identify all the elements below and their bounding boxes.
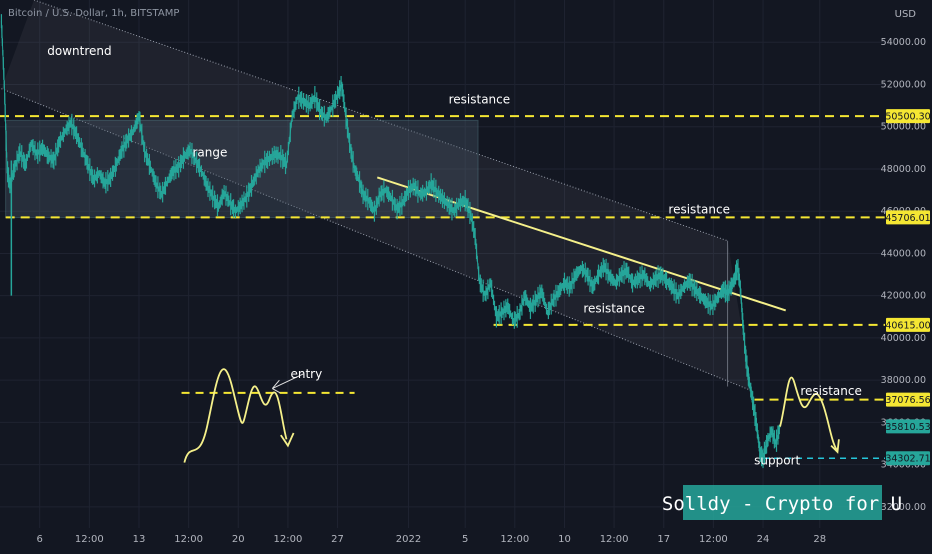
watermark-text: Solldy - Crypto for U	[662, 493, 902, 515]
y-tick-label: 38000.00	[881, 375, 926, 386]
price-chart[interactable]: downtrend range resistance resistance resist…	[0, 0, 932, 550]
x-tick-label: 12:00	[699, 534, 728, 545]
x-tick-label: 20	[232, 534, 245, 545]
price-tag-label: 37076.56	[885, 395, 930, 406]
y-tick-label: 52000.00	[881, 79, 926, 90]
x-tick-label: 12:00	[500, 534, 529, 545]
annotation-label: resistance	[800, 384, 862, 398]
currency-label[interactable]: USD	[895, 9, 916, 20]
price-tag-label: 50500.30	[885, 112, 930, 123]
watermark: Solldy - Crypto for U	[662, 485, 902, 520]
x-tick-label: 6	[37, 534, 43, 545]
y-tick-label: 48000.00	[881, 164, 926, 175]
y-tick-label: 44000.00	[881, 248, 926, 259]
annotation-label: downtrend	[47, 44, 111, 58]
y-tick-label: 40000.00	[881, 333, 926, 344]
x-tick-label: 5	[462, 534, 468, 545]
x-tick-label: 17	[657, 534, 670, 545]
x-tick-label: 27	[331, 534, 344, 545]
chart-container: downtrend range resistance resistance resist…	[0, 0, 932, 550]
x-tick-label: 2022	[396, 534, 421, 545]
y-tick-label: 42000.00	[881, 291, 926, 302]
y-tick-label: 54000.00	[881, 37, 926, 48]
symbol-title: Bitcoin / U.S. Dollar, 1h, BITSTAMP	[8, 8, 180, 19]
x-tick-label: 12:00	[273, 534, 302, 545]
price-tag-label: 34302.71	[885, 454, 930, 465]
x-tick-label: 10	[558, 534, 571, 545]
y-tick-label: 50000.00	[881, 122, 926, 133]
x-tick-label: 12:00	[174, 534, 203, 545]
price-tag-label: 40615.00	[885, 320, 930, 331]
x-tick-label: 28	[813, 534, 826, 545]
forecast-sketch-left	[183, 368, 288, 463]
x-tick-label: 12:00	[75, 534, 104, 545]
x-tick-label: 24	[757, 534, 770, 545]
annotation-label: resistance	[449, 92, 511, 106]
x-axis[interactable]: 6 12:00 13 12:00 20 12:00 27 2022 5 12:00 10 12:00 1…	[37, 534, 827, 545]
x-tick-label: 12:00	[600, 534, 629, 545]
annotation-label: resistance	[668, 202, 730, 216]
annotation-label: support	[754, 454, 800, 468]
price-tag-label: 35810.53	[885, 422, 930, 433]
annotation-label: entry	[290, 367, 322, 381]
x-tick-label: 13	[133, 534, 146, 545]
annotation-label: range	[192, 145, 227, 159]
y-axis[interactable]: 32000.0034000.0036000.0038000.0040000.00…	[881, 37, 931, 513]
price-tag-label: 45706.01	[885, 213, 930, 224]
sketch-arrowhead-left	[280, 432, 295, 448]
annotation-label: resistance	[583, 302, 645, 316]
